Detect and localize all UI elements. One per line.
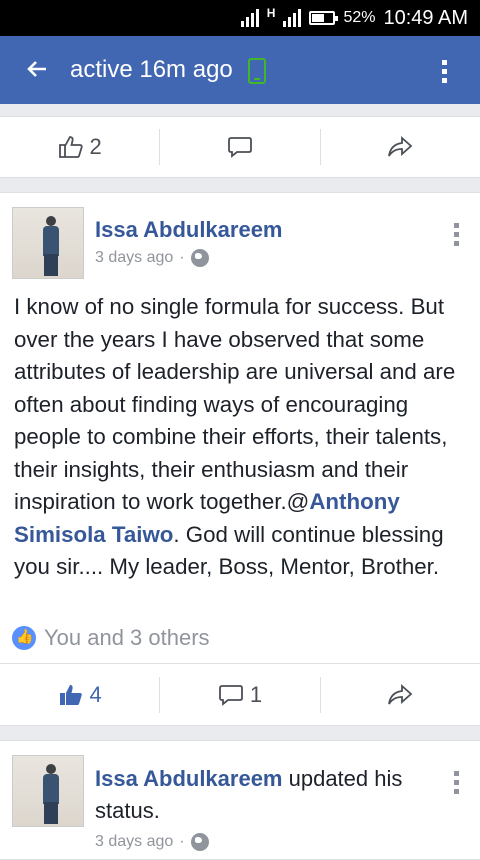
signal-icon-2 [283, 9, 302, 27]
avatar[interactable] [12, 755, 84, 827]
app-bar-title: active 16m ago [70, 56, 233, 83]
share-icon [388, 683, 413, 705]
like-button[interactable]: 2 [0, 117, 159, 177]
like-reaction-icon [12, 626, 36, 650]
share-button[interactable] [321, 665, 480, 725]
post-body: I know of no single formula for success.… [14, 291, 470, 584]
meta-separator: · [179, 833, 185, 850]
action-row: 4 1 [0, 665, 480, 725]
mobile-phone-icon [248, 58, 266, 84]
globe-icon [190, 249, 209, 267]
like-count: 4 [89, 682, 102, 707]
overflow-menu-icon[interactable] [442, 60, 450, 84]
post-meta: 3 days ago · [95, 833, 209, 851]
action-row: 2 [0, 117, 480, 177]
reactions-summary[interactable]: You and 3 others [12, 625, 210, 651]
post-options-icon[interactable] [454, 223, 460, 250]
signal-icon [240, 9, 259, 27]
network-type: H [266, 6, 276, 20]
status-bar: H 52% 10:49 AM [0, 0, 480, 36]
like-button[interactable]: 4 [0, 665, 159, 725]
like-count: 2 [89, 134, 102, 159]
post-text: I know of no single formula for success.… [14, 294, 456, 514]
battery-percent: 52% [343, 9, 376, 26]
comment-count: 1 [249, 682, 263, 707]
post-header-text: Issa Abdulkareem updated his status. [95, 763, 435, 827]
battery-icon [309, 11, 339, 25]
back-arrow-icon[interactable] [26, 58, 48, 80]
post-time[interactable]: 3 days ago [95, 249, 173, 267]
post-meta: 3 days ago · [95, 249, 209, 267]
app-bar: active 16m ago [0, 36, 480, 104]
thumbs-up-outline-icon [58, 136, 83, 158]
clock: 10:49 AM [383, 6, 468, 29]
comment-button[interactable] [160, 117, 319, 177]
author-name[interactable]: Issa Abdulkareem [95, 217, 283, 243]
post-time[interactable]: 3 days ago [95, 833, 173, 851]
avatar[interactable] [12, 207, 84, 279]
reactions-text: You and 3 others [44, 625, 210, 650]
comment-icon [228, 137, 252, 158]
post-card-1: 2 [0, 116, 480, 178]
divider [0, 663, 480, 664]
meta-separator: · [179, 249, 185, 266]
post-options-icon[interactable] [454, 771, 460, 798]
share-icon [388, 135, 413, 157]
post-card-3: Issa Abdulkareem updated his status. 3 d… [0, 740, 480, 860]
share-button[interactable] [321, 117, 480, 177]
thumbs-up-filled-icon [59, 685, 82, 705]
comment-button[interactable]: 1 [160, 665, 319, 725]
post-card-2: Issa Abdulkareem 3 days ago · I know of … [0, 192, 480, 726]
globe-icon [190, 833, 209, 851]
comment-icon [218, 685, 243, 706]
author-name[interactable]: Issa Abdulkareem [95, 766, 283, 791]
